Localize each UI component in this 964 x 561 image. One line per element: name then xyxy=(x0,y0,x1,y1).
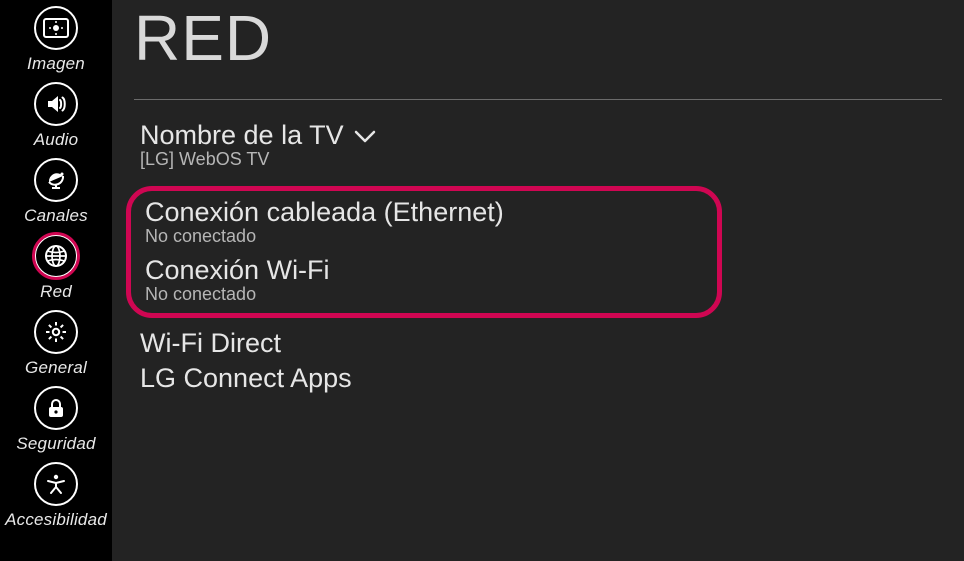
row-label: Conexión Wi-Fi xyxy=(145,255,330,286)
setting-wifi-direct[interactable]: Wi-Fi Direct xyxy=(140,322,942,363)
sidebar-item-accesibilidad[interactable]: Accesibilidad xyxy=(0,462,112,530)
row-label: Conexión cableada (Ethernet) xyxy=(145,197,504,228)
row-status: No conectado xyxy=(145,284,703,305)
row-label: Wi-Fi Direct xyxy=(140,328,281,359)
sidebar-item-label: Imagen xyxy=(27,54,85,74)
row-label: Nombre de la TV xyxy=(140,120,344,151)
page-title: RED xyxy=(134,0,942,77)
sidebar-item-label: Accesibilidad xyxy=(5,510,107,530)
accessibility-icon xyxy=(34,462,78,506)
setting-lg-connect[interactable]: LG Connect Apps xyxy=(140,363,942,404)
sidebar-item-label: General xyxy=(25,358,87,378)
sidebar-item-label: Canales xyxy=(24,206,88,226)
sidebar-item-label: Seguridad xyxy=(16,434,95,454)
sidebar-item-seguridad[interactable]: Seguridad xyxy=(0,386,112,454)
settings-app: Imagen Audio C xyxy=(0,0,964,561)
sidebar-item-general[interactable]: General xyxy=(0,310,112,378)
speaker-icon xyxy=(34,82,78,126)
sidebar-item-label: Audio xyxy=(34,130,78,150)
row-status: No conectado xyxy=(145,226,703,247)
sidebar-item-label: Red xyxy=(40,282,72,302)
brightness-icon xyxy=(34,6,78,50)
globe-icon xyxy=(34,234,78,278)
sidebar-item-canales[interactable]: Canales xyxy=(0,158,112,226)
settings-list: Nombre de la TV [LG] WebOS TV Conexión c… xyxy=(134,116,942,404)
dish-icon xyxy=(34,158,78,202)
gear-icon xyxy=(34,310,78,354)
sidebar: Imagen Audio C xyxy=(0,0,112,561)
divider xyxy=(134,99,942,100)
setting-ethernet[interactable]: Conexión cableada (Ethernet) No conectad… xyxy=(145,195,703,253)
row-value: [LG] WebOS TV xyxy=(140,149,942,170)
highlight-box: Conexión cableada (Ethernet) No conectad… xyxy=(126,186,722,318)
sidebar-item-audio[interactable]: Audio xyxy=(0,82,112,150)
chevron-down-icon xyxy=(354,120,376,151)
main-panel: RED Nombre de la TV [LG] WebOS TV Conexi… xyxy=(112,0,964,561)
lock-icon xyxy=(34,386,78,430)
row-label: LG Connect Apps xyxy=(140,363,352,394)
setting-wifi[interactable]: Conexión Wi-Fi No conectado xyxy=(145,253,703,307)
sidebar-item-imagen[interactable]: Imagen xyxy=(0,6,112,74)
setting-tv-name[interactable]: Nombre de la TV [LG] WebOS TV xyxy=(140,116,942,180)
sidebar-item-red[interactable]: Red xyxy=(0,234,112,302)
